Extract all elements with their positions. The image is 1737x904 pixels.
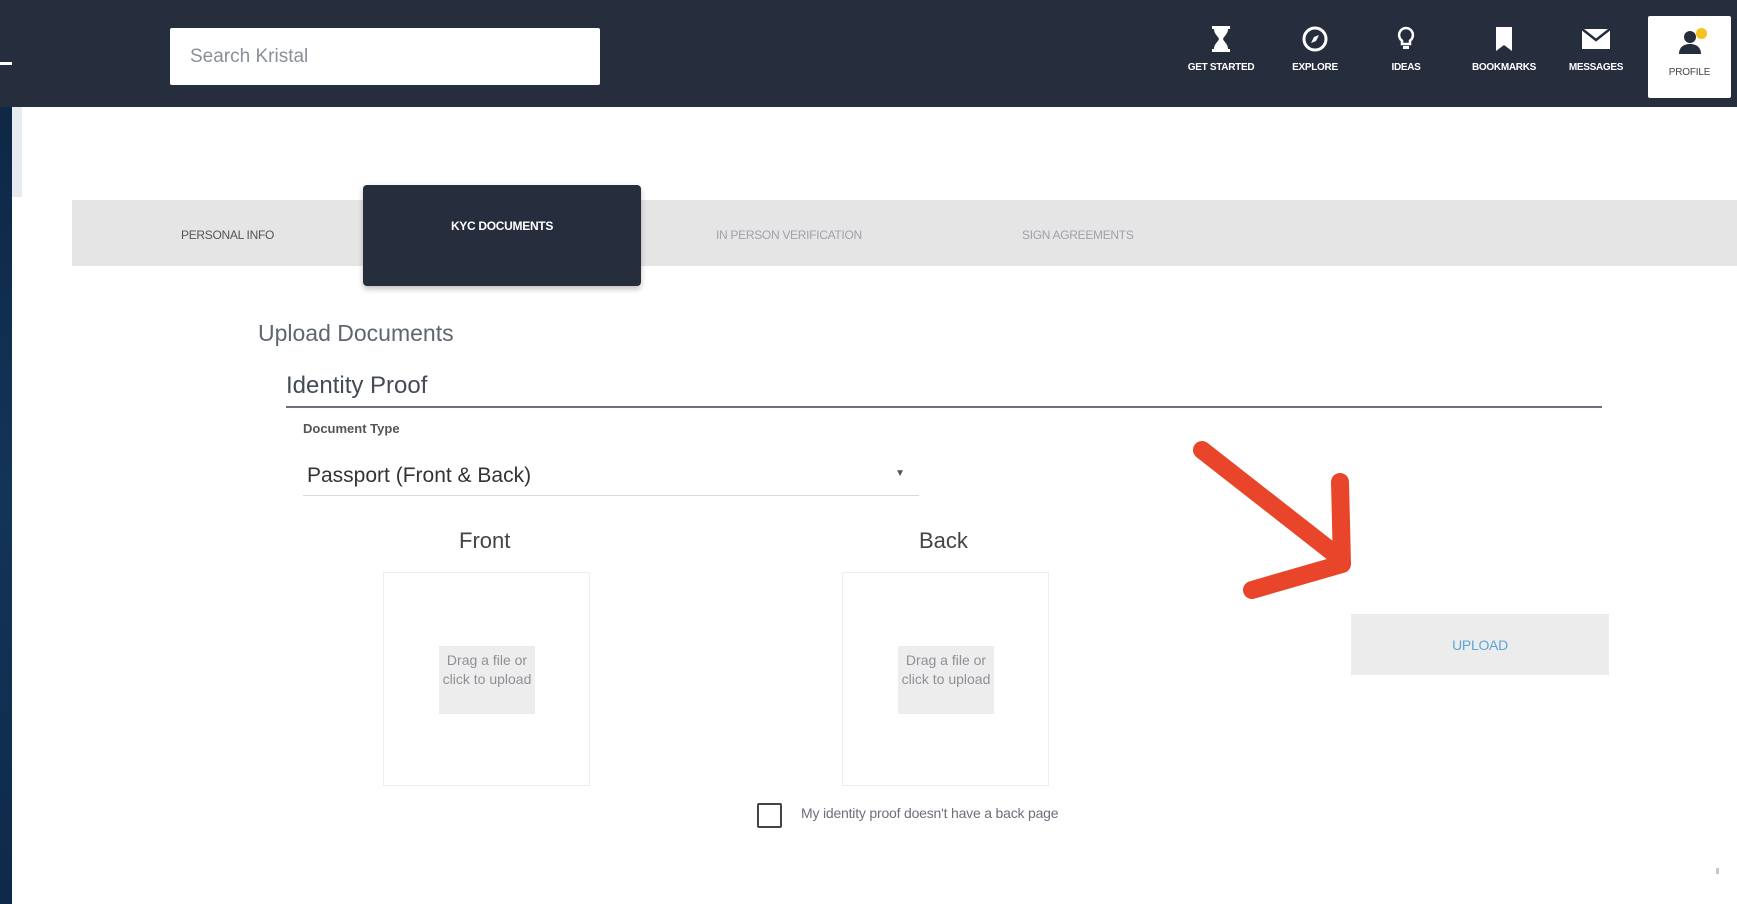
- dropdown-caret-icon: ▼: [895, 468, 905, 479]
- envelope-icon: [1581, 22, 1611, 56]
- back-label: Back: [919, 528, 968, 553]
- step-tabs: [72, 200, 1737, 266]
- tab-sign-agreements[interactable]: SIGN AGREEMENTS: [1022, 228, 1134, 242]
- page-heading: Upload Documents: [258, 320, 454, 346]
- dropzone-hint: Drag a file or click to upload: [898, 646, 994, 714]
- no-back-page-checkbox[interactable]: [757, 803, 782, 828]
- menu-icon[interactable]: [0, 62, 12, 65]
- search-input[interactable]: [170, 28, 600, 85]
- annotation-arrow-icon: [1193, 441, 1351, 599]
- nav-explore[interactable]: EXPLORE: [1283, 22, 1347, 84]
- nav-get-started[interactable]: GET STARTED: [1178, 22, 1264, 84]
- scrollbar-marker: [1716, 868, 1719, 874]
- back-upload-dropzone[interactable]: Drag a file or click to upload: [842, 572, 1049, 786]
- nav-ideas[interactable]: IDEAS: [1386, 22, 1426, 84]
- lightbulb-icon: [1397, 22, 1415, 56]
- section-title: Identity Proof: [286, 372, 428, 399]
- nav-messages[interactable]: MESSAGES: [1560, 22, 1632, 84]
- document-type-label: Document Type: [303, 421, 400, 436]
- compass-icon: [1302, 22, 1328, 56]
- sidebar-edge: [12, 107, 22, 197]
- section-divider: [286, 406, 1602, 408]
- front-upload-dropzone[interactable]: Drag a file or click to upload: [383, 572, 590, 786]
- front-label: Front: [459, 528, 511, 553]
- nav-bookmarks[interactable]: BOOKMARKS: [1462, 22, 1546, 84]
- dropzone-hint: Drag a file or click to upload: [439, 646, 535, 714]
- no-back-page-label: My identity proof doesn't have a back pa…: [801, 805, 1059, 821]
- notification-dot: [1696, 28, 1707, 39]
- upload-button[interactable]: UPLOAD: [1351, 614, 1609, 675]
- tab-in-person-verification[interactable]: IN PERSON VERIFICATION: [716, 228, 862, 242]
- nav-profile[interactable]: PROFILE: [1648, 16, 1731, 98]
- nav-label: EXPLORE: [1292, 62, 1338, 73]
- tab-personal-info[interactable]: PERSONAL INFO: [181, 228, 274, 242]
- nav-label: MESSAGES: [1568, 62, 1624, 73]
- nav-label: PROFILE: [1668, 67, 1711, 78]
- nav-label: IDEAS: [1391, 62, 1421, 73]
- document-type-value: Passport (Front & Back): [307, 464, 532, 487]
- tab-label: KYC DOCUMENTS: [450, 218, 554, 233]
- nav-label: GET STARTED: [1187, 62, 1255, 73]
- nav-label: BOOKMARKS: [1472, 62, 1536, 73]
- tab-kyc-documents[interactable]: KYC DOCUMENTS: [363, 185, 641, 286]
- document-type-select[interactable]: Passport (Front & Back) ▼: [303, 456, 919, 496]
- bookmark-icon: [1494, 22, 1514, 56]
- hourglass-icon: [1210, 22, 1232, 56]
